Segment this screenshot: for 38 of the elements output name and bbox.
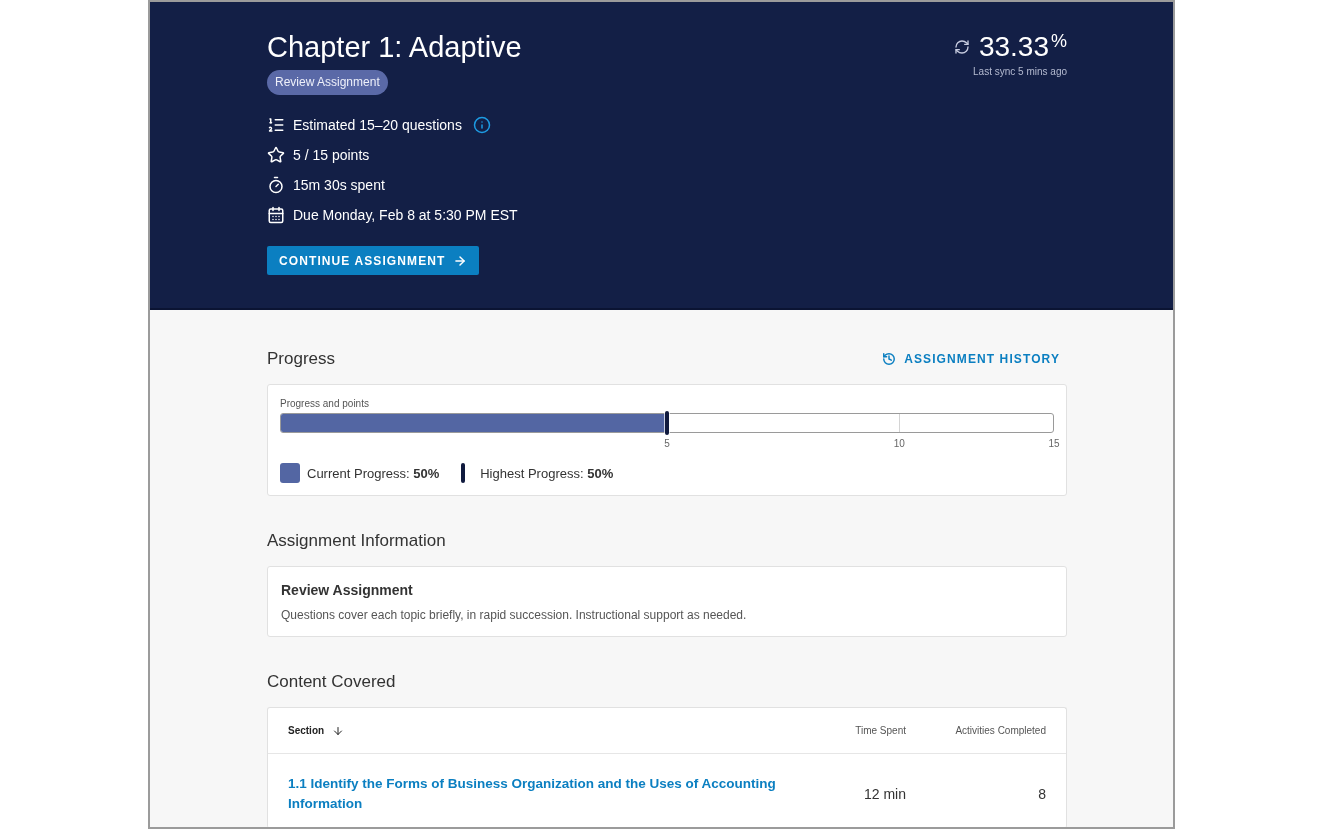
stopwatch-icon: [267, 176, 285, 194]
marker-icon: [461, 463, 466, 483]
history-icon: [882, 352, 897, 366]
last-sync-text: Last sync 5 mins ago: [973, 65, 1067, 79]
column-header: Activities Completed: [955, 725, 1046, 736]
sync-icon: [953, 39, 970, 55]
legend-text: Current Progress: 50%: [307, 465, 440, 481]
star-icon: [267, 146, 285, 164]
info-description: Questions cover each topic briefly, in rapid succession. Instructional support as needed.: [281, 607, 748, 623]
info-title: Review Assignment: [281, 581, 414, 600]
info-icon[interactable]: [472, 116, 491, 134]
score-percentage: 33.33$^{%}$: [978, 30, 1067, 64]
column-header[interactable]: Section: [288, 724, 345, 737]
detail-text: Estimated 15–20 questions: [293, 117, 462, 133]
detail-text: 15m 30s spent: [293, 177, 385, 193]
swatch-icon: [280, 463, 300, 483]
column-header: Time Spent: [855, 725, 906, 736]
section-heading: Content Covered: [267, 671, 396, 693]
list-icon: [267, 116, 285, 134]
arrow-right-icon: [453, 253, 468, 268]
tick-label: 10: [893, 438, 905, 450]
calendar-icon: [267, 206, 285, 224]
table-cell: 12 min: [863, 786, 906, 802]
continue-assignment-button[interactable]: CONTINUE ASSIGNMENT: [267, 246, 480, 275]
detail-text: 5 / 15 points: [293, 147, 370, 163]
tick-label: 5: [664, 438, 670, 450]
detail-text: Due Monday, Feb 8 at 5:30 PM EST: [293, 207, 518, 223]
section-heading: Progress: [267, 348, 336, 370]
table-cell: 8: [1038, 786, 1046, 802]
assignment-type-badge: Review Assignment: [267, 70, 388, 95]
bar-label: Progress and points: [280, 397, 370, 411]
assignment-history-link[interactable]: ASSIGNMENT HISTORY: [882, 352, 1060, 366]
section-heading: Assignment Information: [267, 530, 446, 552]
sort-arrow-icon: [332, 724, 345, 737]
tick-label: 15: [1048, 438, 1060, 450]
legend-text: Highest Progress: 50%: [480, 465, 614, 481]
assignment-title: Chapter 1: Adaptive: [267, 30, 522, 64]
section-link[interactable]: 1.1 Identify the Forms of Business Organization and the Uses of Accounting Information: [288, 774, 786, 814]
